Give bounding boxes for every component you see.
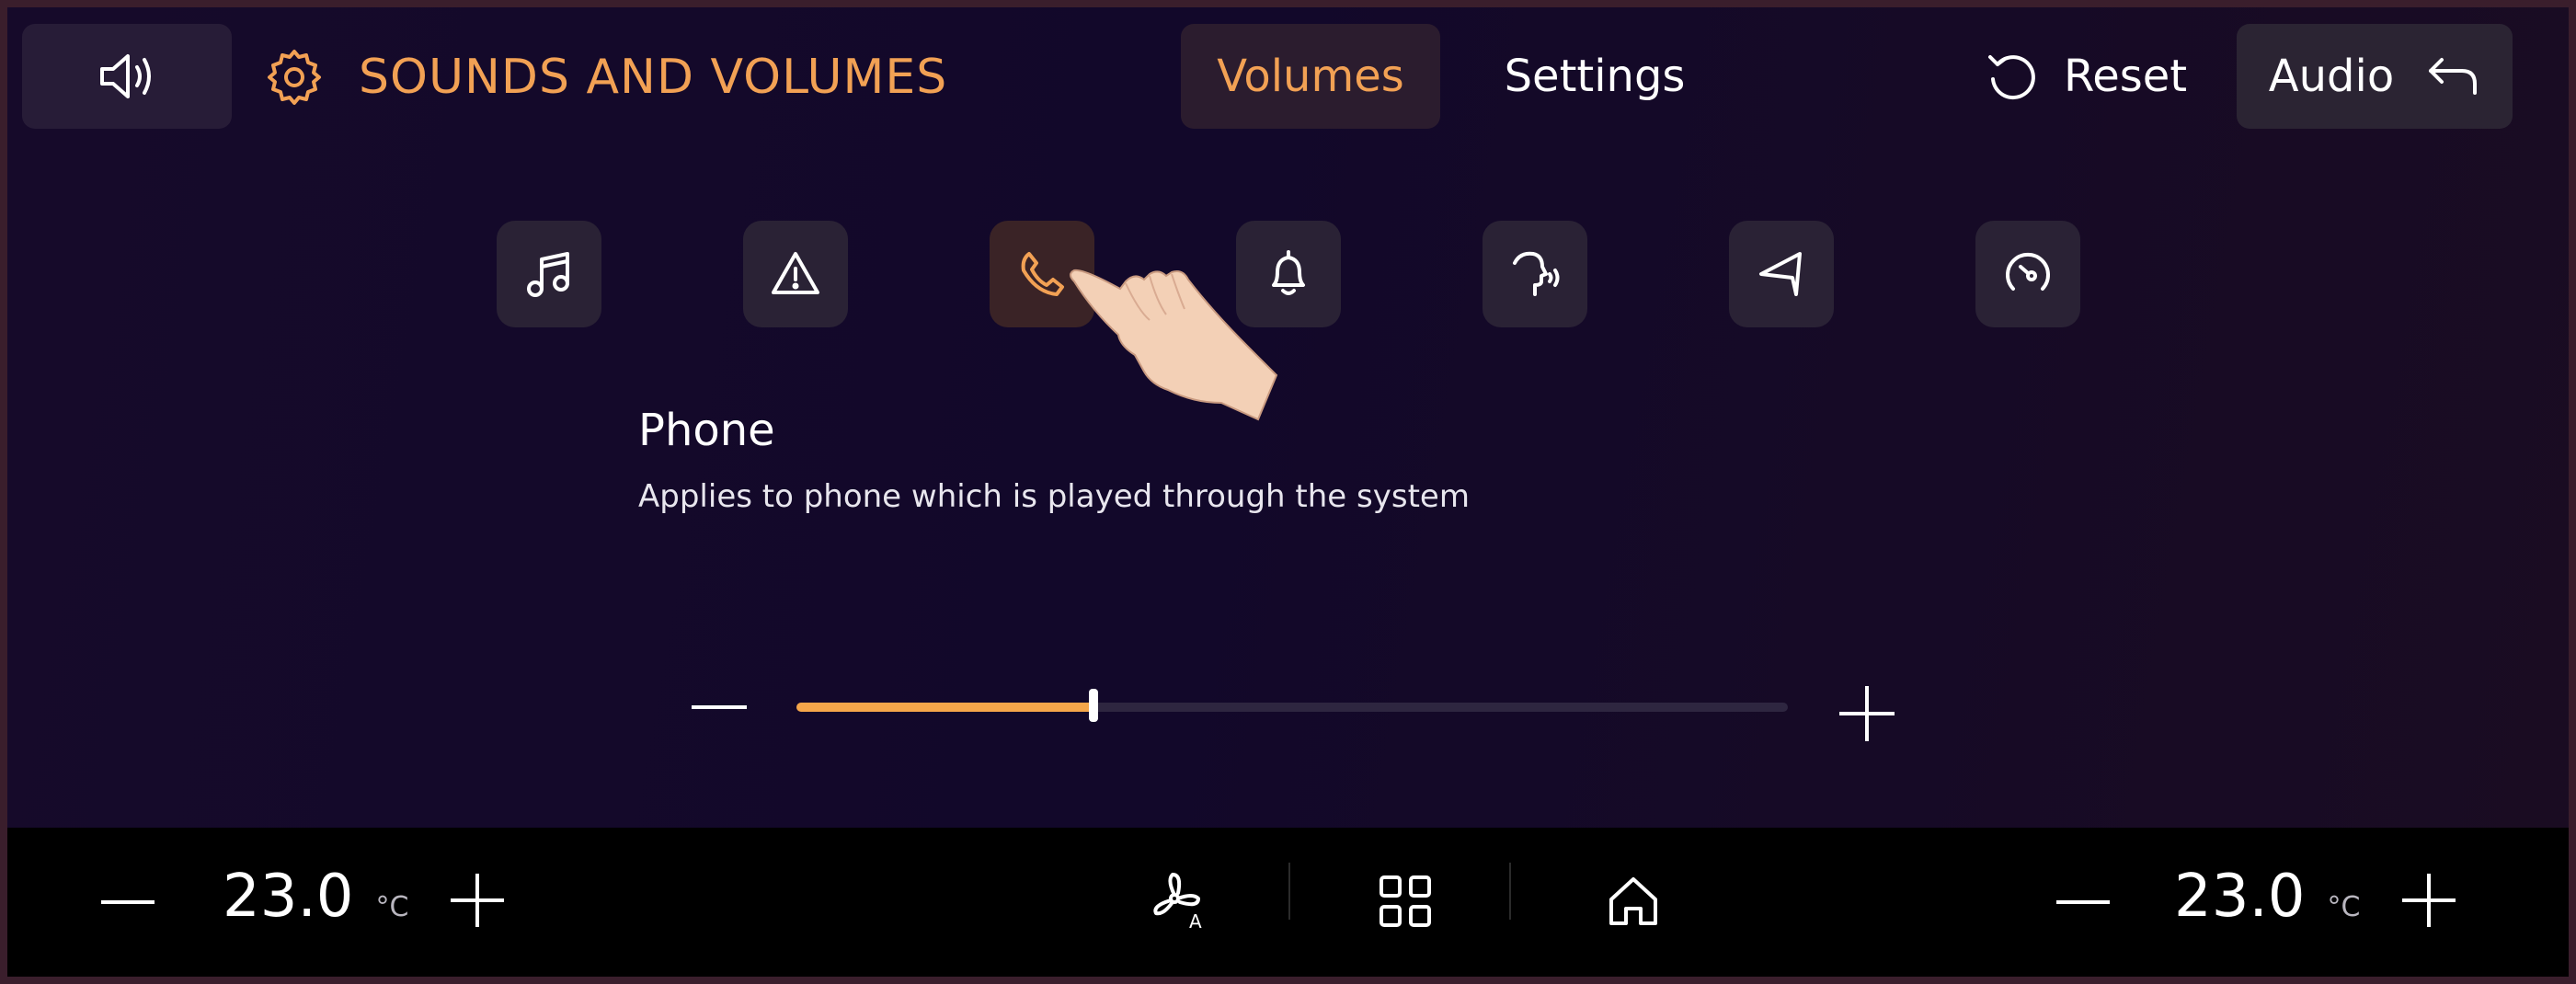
left-temperature: 23.0 °C bbox=[223, 863, 408, 931]
climate-bar: 23.0 °C A 23.0 °C bbox=[7, 828, 2569, 977]
speedometer-icon bbox=[2006, 252, 2050, 291]
home-icon bbox=[1609, 877, 1657, 925]
category-gauge-button[interactable] bbox=[1975, 221, 2080, 327]
navigation-arrow-icon bbox=[1759, 252, 1802, 296]
voice-head-icon bbox=[1513, 251, 1560, 296]
minus-icon bbox=[692, 705, 747, 709]
home-button[interactable] bbox=[1597, 864, 1670, 938]
divider bbox=[1509, 863, 1511, 920]
reset-button[interactable]: Reset bbox=[1985, 24, 2187, 129]
selected-category-description: Applies to phone which is played through… bbox=[638, 478, 1470, 515]
right-temp-increase-button[interactable] bbox=[2397, 868, 2461, 933]
plus-icon bbox=[1839, 686, 1895, 741]
sounds-and-volumes-screen: SOUNDS AND VOLUMES Volumes Settings Rese… bbox=[7, 7, 2569, 977]
speaker-button[interactable] bbox=[22, 24, 232, 129]
left-temp-unit: °C bbox=[375, 891, 409, 923]
page-title: SOUNDS AND VOLUMES bbox=[359, 50, 948, 105]
speaker-icon bbox=[100, 54, 151, 98]
music-note-icon bbox=[527, 252, 569, 297]
tab-settings-label: Settings bbox=[1504, 51, 1686, 102]
left-temp-value: 23.0 bbox=[223, 863, 354, 931]
volume-slider-fill bbox=[796, 703, 1094, 712]
apps-button[interactable] bbox=[1368, 864, 1442, 938]
audio-label: Audio bbox=[2268, 51, 2395, 102]
hand-pointer-icon bbox=[1070, 269, 1278, 421]
category-music-button[interactable] bbox=[497, 221, 601, 327]
left-temp-increase-button[interactable] bbox=[445, 868, 509, 933]
back-arrow-icon bbox=[2429, 58, 2478, 95]
auto-fan-icon: A bbox=[1153, 873, 1202, 933]
volume-decrease-button[interactable] bbox=[682, 684, 756, 730]
plus-icon bbox=[2402, 874, 2456, 927]
reset-icon bbox=[1988, 55, 2035, 100]
minus-icon bbox=[2056, 900, 2110, 904]
tab-settings[interactable]: Settings bbox=[1457, 24, 1733, 129]
auto-fan-button[interactable]: A bbox=[1140, 864, 1214, 938]
category-navigation-button[interactable] bbox=[1729, 221, 1834, 327]
category-warning-button[interactable] bbox=[743, 221, 848, 327]
reset-label: Reset bbox=[2064, 51, 2188, 102]
category-voice-button[interactable] bbox=[1483, 221, 1587, 327]
volume-increase-button[interactable] bbox=[1834, 681, 1900, 747]
phone-icon bbox=[1021, 252, 1064, 296]
left-temp-decrease-button[interactable] bbox=[96, 879, 160, 925]
gear-icon bbox=[268, 50, 321, 105]
selected-category-title: Phone bbox=[638, 405, 775, 456]
svg-text:A: A bbox=[1189, 910, 1202, 933]
right-temp-value: 23.0 bbox=[2174, 863, 2306, 931]
plus-icon bbox=[451, 874, 504, 927]
volume-slider-thumb[interactable] bbox=[1089, 689, 1099, 722]
tab-volumes[interactable]: Volumes bbox=[1181, 24, 1440, 129]
minus-icon bbox=[101, 900, 155, 904]
right-temp-decrease-button[interactable] bbox=[2051, 879, 2115, 925]
right-temperature: 23.0 °C bbox=[2174, 863, 2360, 931]
divider bbox=[1288, 863, 1290, 920]
apps-grid-icon bbox=[1380, 875, 1431, 927]
tab-volumes-label: Volumes bbox=[1217, 51, 1404, 102]
volume-slider[interactable] bbox=[796, 689, 1788, 722]
right-temp-unit: °C bbox=[2327, 891, 2361, 923]
warning-triangle-icon bbox=[772, 252, 819, 294]
audio-back-button[interactable]: Audio bbox=[2237, 24, 2513, 129]
